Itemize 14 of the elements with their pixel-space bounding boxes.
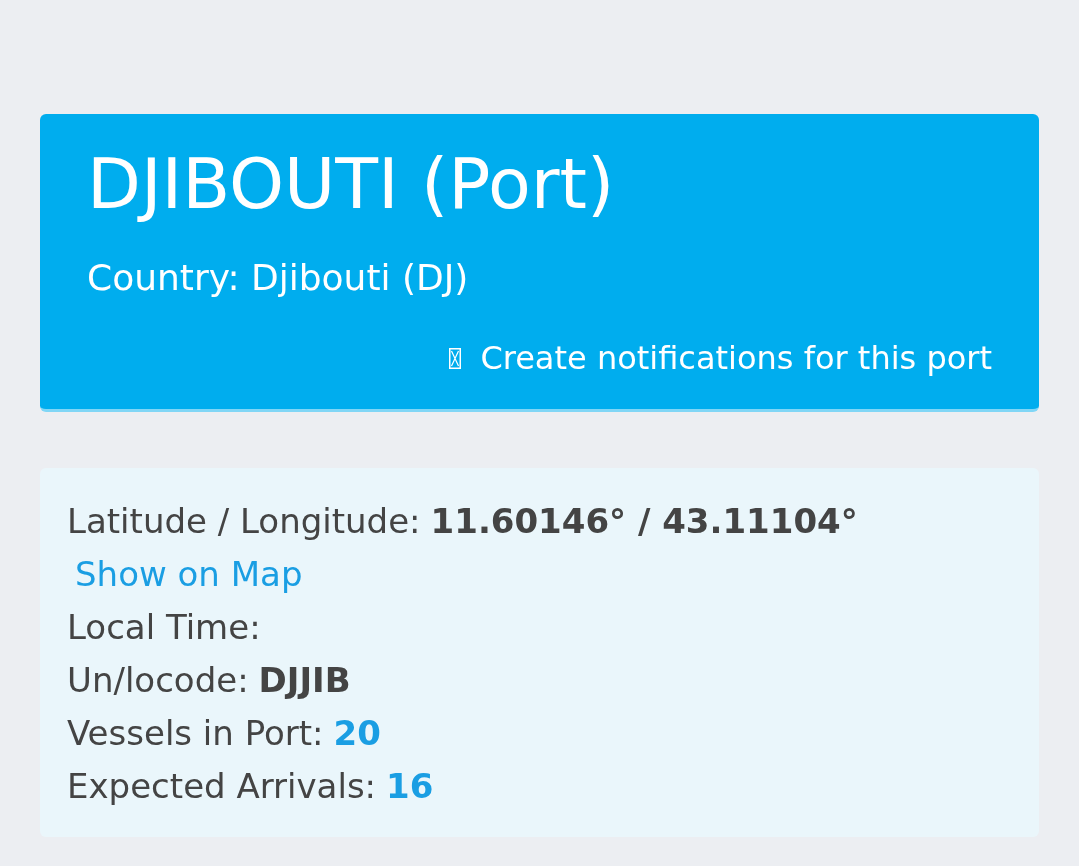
crossed-box-icon: [449, 347, 462, 369]
field-label: Vessels in Port:: [67, 712, 324, 755]
field-label: Un/locode:: [67, 659, 249, 702]
count-link[interactable]: 20: [333, 707, 381, 760]
field-label: Latitude / Longitude:: [67, 500, 421, 543]
count-link[interactable]: 16: [386, 760, 434, 813]
field-label: Local Time:: [67, 606, 261, 649]
field-value: 11.60146° / 43.11104°: [430, 500, 858, 543]
country-label: Country: Djibouti (DJ): [87, 256, 469, 300]
show-on-map-link[interactable]: Show on Map: [75, 548, 303, 601]
field-value: DJJIB: [258, 659, 351, 702]
port-title: DJIBOUTI (Port): [87, 144, 615, 224]
field-label: Expected Arrivals:: [67, 765, 377, 808]
create-notifications-link[interactable]: Create notifications for this port: [449, 336, 992, 380]
